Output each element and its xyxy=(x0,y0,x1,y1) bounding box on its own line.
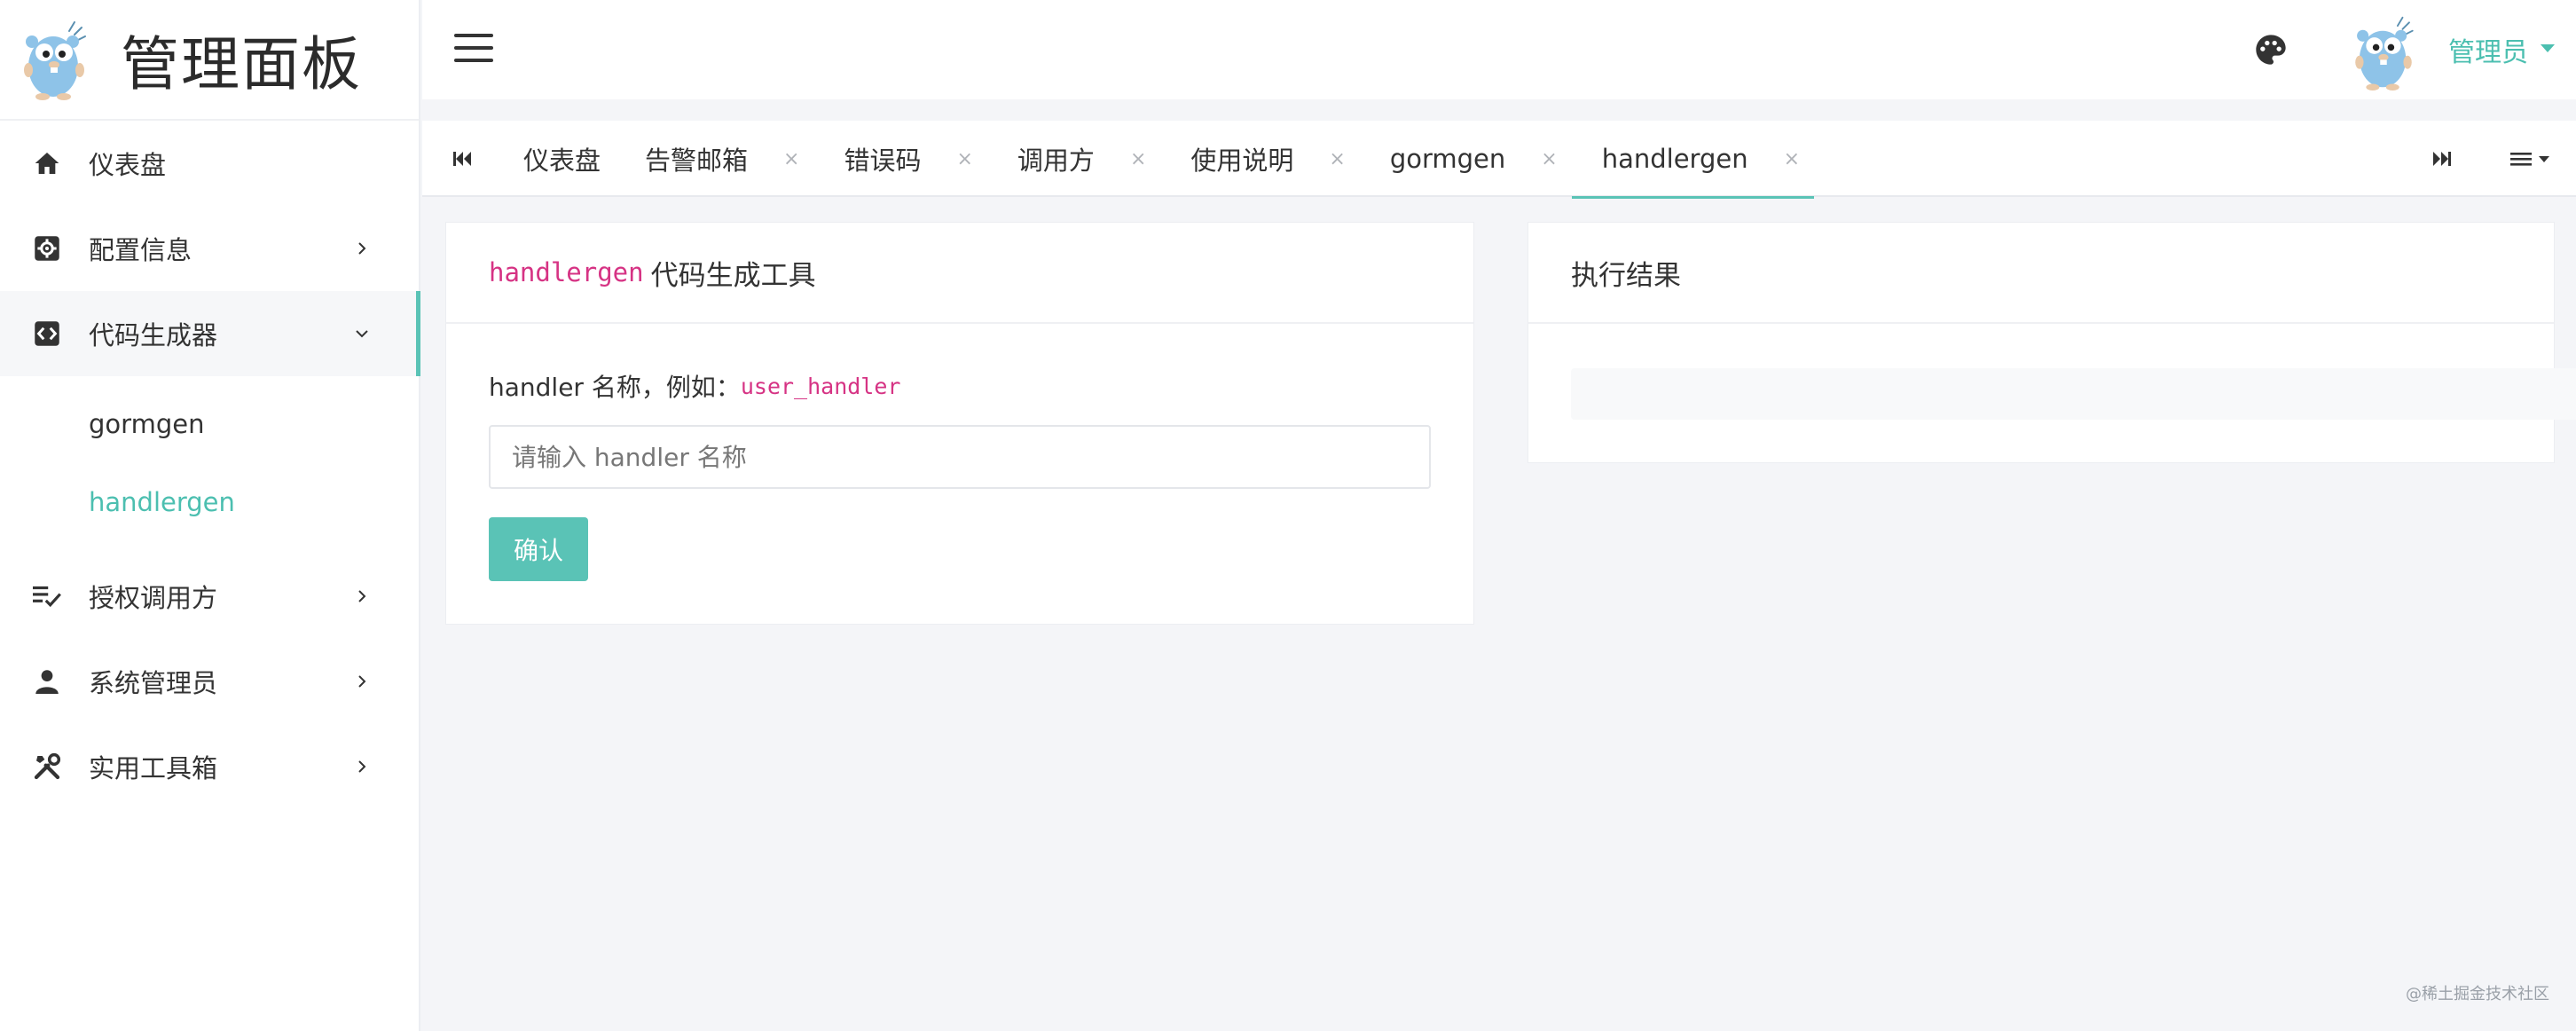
sidebar-subitem-gormgen[interactable]: gormgen xyxy=(0,385,419,463)
tab-label: handlergen xyxy=(1601,144,1748,174)
sidebar-item-authorized-callers[interactable]: 授权调用方 xyxy=(0,554,419,639)
close-icon[interactable]: × xyxy=(1541,148,1557,170)
sidebar-subitem-handlergen[interactable]: handlergen xyxy=(0,463,419,541)
tools-icon xyxy=(32,752,62,782)
tab-alert-email[interactable]: 告警邮箱 × xyxy=(615,121,813,197)
user-avatar[interactable] xyxy=(2349,14,2418,91)
card-title-code: handlergen xyxy=(489,257,644,287)
tab-label: 错误码 xyxy=(844,146,922,176)
tabs-bar: 仪表盘 告警邮箱 × 错误码 × 调用方 × 使用说明 × gormgen × handl… xyxy=(422,121,2576,199)
sidebar-item-label: 代码生成器 xyxy=(89,320,218,350)
tab-label: 仪表盘 xyxy=(523,146,601,176)
watermark: @稀土掘金技术社区 xyxy=(2406,985,2549,1003)
tab-label: 使用说明 xyxy=(1190,146,1294,176)
caret-down-icon[interactable] xyxy=(2541,44,2555,52)
skip-next-icon[interactable] xyxy=(2429,146,2455,172)
gear-box-icon xyxy=(32,233,62,264)
card-title-text: 代码生成工具 xyxy=(650,259,816,292)
chevron-right-icon xyxy=(353,673,371,690)
tab-usage-guide[interactable]: 使用说明 × xyxy=(1160,121,1359,197)
sidebar-item-label: 仪表盘 xyxy=(89,150,167,180)
result-card: 执行结果 xyxy=(1528,222,2576,463)
tab-label: 告警邮箱 xyxy=(645,146,749,176)
codegen-submenu: gormgen handlergen xyxy=(0,376,419,554)
card-title: 执行结果 xyxy=(1528,223,2554,324)
tab-callers[interactable]: 调用方 × xyxy=(987,121,1160,197)
playlist-check-icon xyxy=(32,581,62,611)
gopher-logo-icon xyxy=(24,21,86,100)
field-label: handler 名称，例如： user_handler xyxy=(489,368,1431,404)
home-icon xyxy=(32,148,62,178)
field-label-example: user_handler xyxy=(740,373,901,399)
sidebar-item-label: 实用工具箱 xyxy=(89,753,218,783)
chevron-down-icon xyxy=(353,325,371,342)
sidebar-item-codegen[interactable]: 代码生成器 xyxy=(0,291,420,376)
tab-handlergen[interactable]: handlergen × xyxy=(1571,121,1815,199)
app-title: 管理面板 xyxy=(121,30,362,98)
top-header: 管理员 xyxy=(422,0,2576,99)
menu-toggle-icon[interactable] xyxy=(454,34,493,66)
close-icon[interactable]: × xyxy=(1784,148,1800,170)
sidebar-item-config[interactable]: 配置信息 xyxy=(0,206,419,291)
user-menu[interactable]: 管理员 xyxy=(2448,30,2528,69)
tab-options-menu-icon[interactable] xyxy=(2510,146,2560,172)
sidebar-item-label: 配置信息 xyxy=(89,235,192,265)
tab-error-codes[interactable]: 错误码 × xyxy=(813,121,986,197)
tab-label: 调用方 xyxy=(1017,146,1095,176)
chevron-right-icon xyxy=(353,758,371,775)
tab-list: 仪表盘 告警邮箱 × 错误码 × 调用方 × 使用说明 × gormgen × handl… xyxy=(493,121,1815,199)
chevron-right-icon xyxy=(353,587,371,605)
chevron-right-icon xyxy=(353,240,371,257)
card-body: handler 名称，例如： user_handler 确认 xyxy=(446,324,1473,624)
palette-icon[interactable] xyxy=(2253,32,2289,67)
close-icon[interactable]: × xyxy=(1329,148,1345,170)
close-icon[interactable]: × xyxy=(1130,148,1146,170)
sidebar-item-label: 系统管理员 xyxy=(89,668,218,698)
code-box-icon xyxy=(32,319,62,349)
person-icon xyxy=(32,666,62,697)
tab-gormgen[interactable]: gormgen × xyxy=(1360,121,1572,197)
sidebar-item-system-admins[interactable]: 系统管理员 xyxy=(0,639,419,724)
sidebar-item-toolbox[interactable]: 实用工具箱 xyxy=(0,724,419,809)
card-title: handlergen 代码生成工具 xyxy=(446,223,1473,324)
tab-dashboard[interactable]: 仪表盘 xyxy=(493,121,615,197)
tab-label: gormgen xyxy=(1389,144,1506,174)
sidebar-menu: 仪表盘 配置信息 代码生成器 xyxy=(0,121,420,376)
sidebar-item-label: 授权调用方 xyxy=(89,583,218,613)
result-output xyxy=(1571,368,2576,420)
handler-name-input[interactable] xyxy=(489,425,1431,489)
sidebar-menu-lower: 授权调用方 系统管理员 实用工具箱 xyxy=(0,554,419,809)
handlergen-form-card: handlergen 代码生成工具 handler 名称，例如： user_ha… xyxy=(445,222,1474,625)
skip-previous-icon[interactable] xyxy=(449,146,475,172)
close-icon[interactable]: × xyxy=(956,148,972,170)
close-icon[interactable]: × xyxy=(783,148,799,170)
sidebar-item-dashboard[interactable]: 仪表盘 xyxy=(0,121,419,206)
brand[interactable]: 管理面板 xyxy=(0,0,419,121)
field-label-text: handler 名称，例如： xyxy=(489,373,741,402)
confirm-button[interactable]: 确认 xyxy=(489,517,588,581)
sidebar: 管理面板 仪表盘 配置信息 代码生成器 gormgen handlergen 授… xyxy=(0,0,420,1031)
